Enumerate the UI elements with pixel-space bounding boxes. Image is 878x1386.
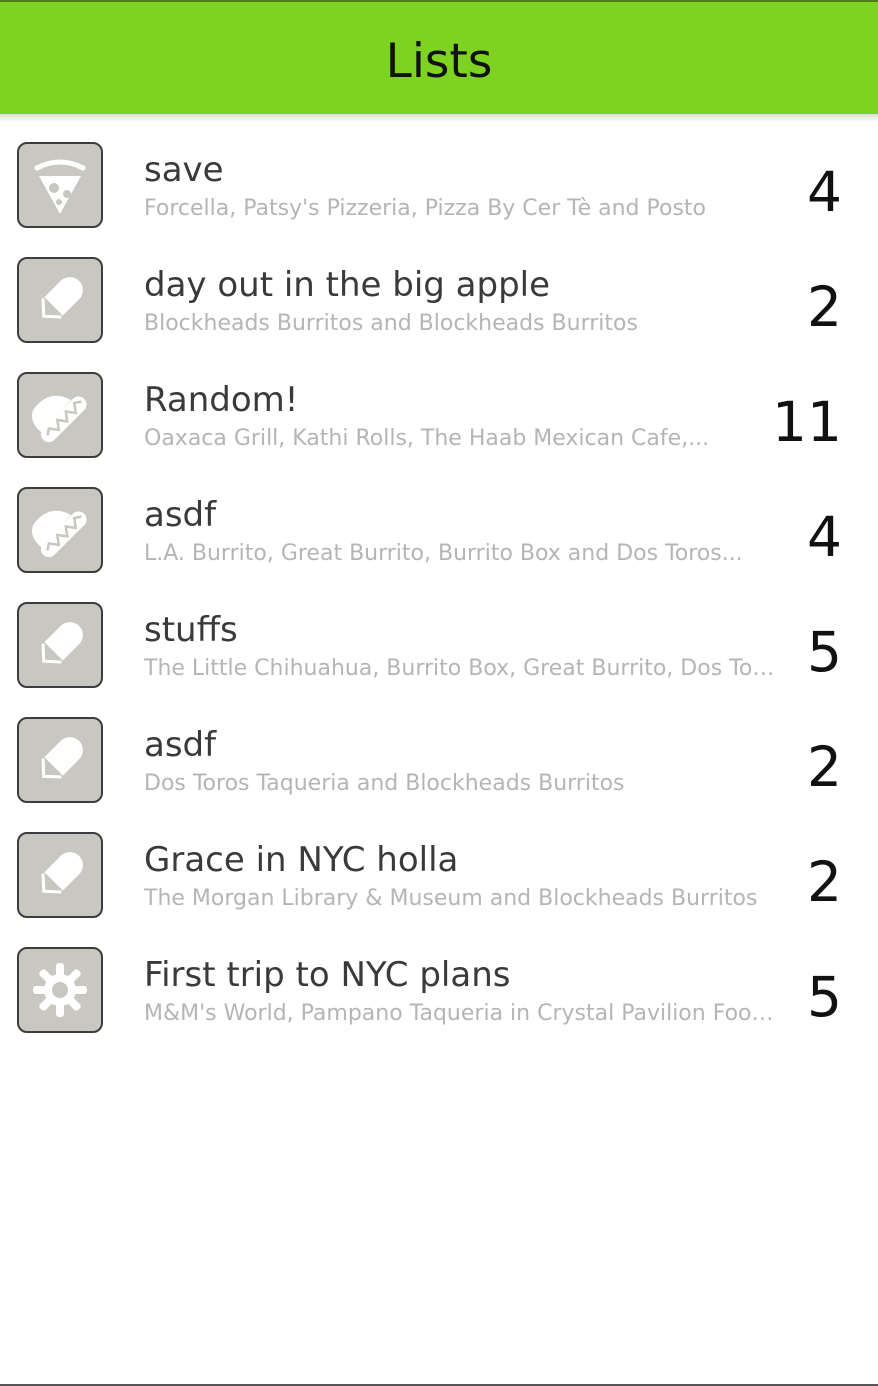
list-item[interactable]: save Forcella, Patsy's Pizzeria, Pizza B… bbox=[0, 130, 878, 245]
pizza-icon bbox=[34, 159, 86, 214]
list-name: day out in the big apple bbox=[144, 265, 551, 305]
action-bar-shadow bbox=[0, 114, 878, 122]
burrito-icon bbox=[31, 622, 83, 674]
list-category-tile bbox=[17, 947, 103, 1033]
candy-icon bbox=[33, 963, 87, 1017]
burrito-icon bbox=[31, 737, 83, 789]
list-count: 5 bbox=[807, 965, 842, 1029]
list-places: The Morgan Library & Museum and Blockhea… bbox=[144, 886, 758, 911]
list-item[interactable]: day out in the big apple Blockheads Burr… bbox=[0, 245, 878, 360]
lists-list: save Forcella, Patsy's Pizzeria, Pizza B… bbox=[0, 130, 878, 1050]
list-item[interactable]: asdf L.A. Burrito, Great Burrito, Burrit… bbox=[0, 475, 878, 590]
list-places: Dos Toros Taqueria and Blockheads Burrit… bbox=[144, 771, 625, 796]
list-item[interactable]: stuffs The Little Chihuahua, Burrito Box… bbox=[0, 590, 878, 705]
list-name: First trip to NYC plans bbox=[144, 955, 511, 995]
list-places: Oaxaca Grill, Kathi Rolls, The Haab Mexi… bbox=[144, 426, 710, 451]
list-name: stuffs bbox=[144, 610, 238, 650]
list-places: L.A. Burrito, Great Burrito, Burrito Box… bbox=[144, 541, 743, 566]
list-item[interactable]: Random! Oaxaca Grill, Kathi Rolls, The H… bbox=[0, 360, 878, 475]
list-count: 2 bbox=[807, 735, 842, 799]
list-category-tile bbox=[17, 257, 103, 343]
list-count: 2 bbox=[807, 275, 842, 339]
taco-icon bbox=[32, 510, 87, 558]
list-name: asdf bbox=[144, 725, 217, 765]
list-category-tile bbox=[17, 832, 103, 918]
action-bar: Lists bbox=[0, 0, 878, 114]
list-count: 11 bbox=[772, 390, 842, 454]
list-count: 4 bbox=[807, 505, 842, 569]
list-count: 5 bbox=[807, 620, 842, 684]
list-item[interactable]: Grace in NYC holla The Morgan Library & … bbox=[0, 820, 878, 935]
list-name: Grace in NYC holla bbox=[144, 840, 459, 880]
list-places: Blockheads Burritos and Blockheads Burri… bbox=[144, 311, 638, 336]
list-places: Forcella, Patsy's Pizzeria, Pizza By Cer… bbox=[144, 196, 706, 221]
list-name: asdf bbox=[144, 495, 217, 535]
list-item[interactable]: asdf Dos Toros Taqueria and Blockheads B… bbox=[0, 705, 878, 820]
list-name: save bbox=[144, 150, 224, 190]
list-category-tile bbox=[17, 602, 103, 688]
list-category-tile bbox=[17, 717, 103, 803]
list-category-tile bbox=[17, 372, 103, 458]
taco-icon bbox=[32, 395, 87, 443]
list-name: Random! bbox=[144, 380, 299, 420]
list-item[interactable]: First trip to NYC plans M&M's World, Pam… bbox=[0, 935, 878, 1050]
list-count: 2 bbox=[807, 850, 842, 914]
list-places: M&M's World, Pampano Taqueria in Crystal… bbox=[144, 1001, 780, 1026]
burrito-icon bbox=[31, 852, 83, 904]
page-title: Lists bbox=[385, 34, 493, 89]
list-count: 4 bbox=[807, 160, 842, 224]
list-category-tile bbox=[17, 487, 103, 573]
burrito-icon bbox=[31, 277, 83, 329]
list-category-tile bbox=[17, 142, 103, 228]
list-places: The Little Chihuahua, Burrito Box, Great… bbox=[144, 656, 780, 681]
app-screen: Lists save Forcella, Patsy's Pizzeria, P… bbox=[0, 0, 878, 1386]
